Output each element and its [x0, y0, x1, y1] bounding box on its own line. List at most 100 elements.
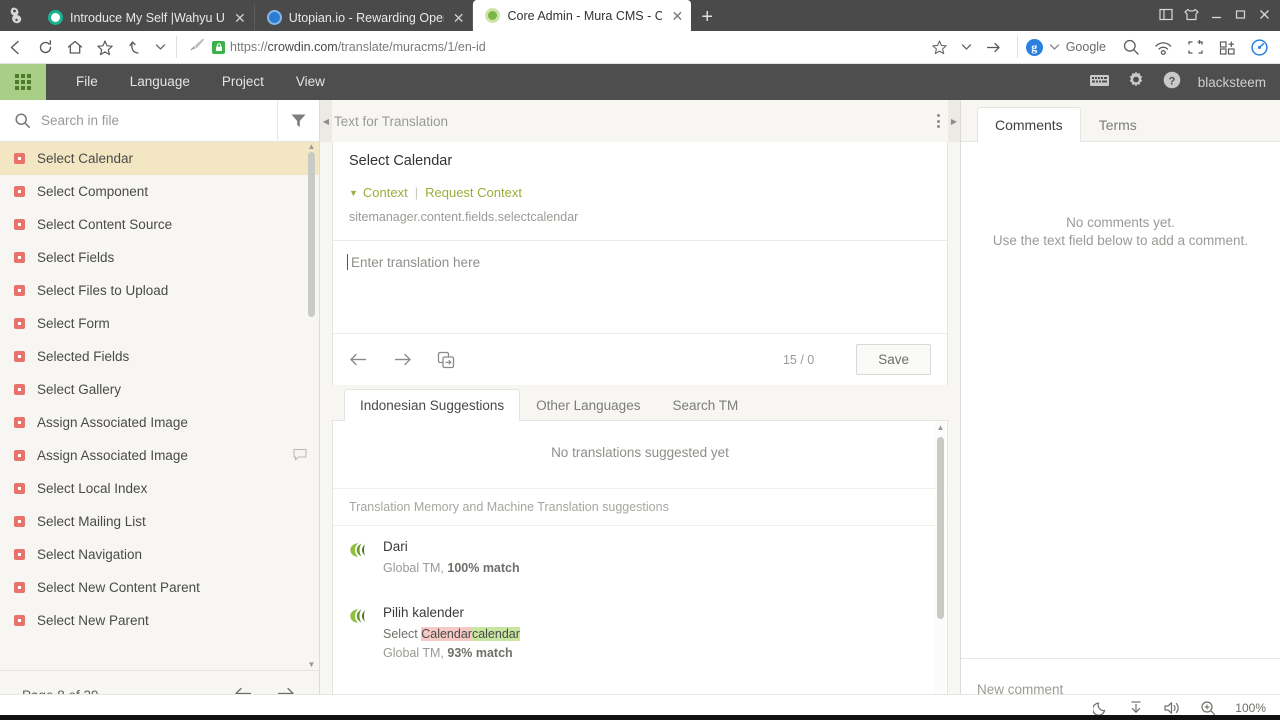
tab-close-icon[interactable]: ✕: [234, 11, 246, 25]
history-undo-icon[interactable]: [120, 32, 150, 62]
request-context-link[interactable]: Request Context: [425, 185, 522, 200]
tab-indonesian-suggestions[interactable]: Indonesian Suggestions: [344, 388, 521, 421]
menu-item-project[interactable]: Project: [206, 64, 280, 100]
collapse-right-panel-button[interactable]: ▶: [948, 100, 960, 142]
collapse-left-panel-button[interactable]: ◀: [320, 100, 332, 142]
night-mode-icon[interactable]: [1093, 700, 1109, 716]
suggestion-title: Pilih kalender: [383, 605, 465, 620]
keyboard-icon[interactable]: [1089, 72, 1110, 93]
list-item[interactable]: Assign Associated Image: [0, 406, 319, 439]
gear-icon[interactable]: [1126, 70, 1146, 95]
help-icon[interactable]: ?: [1162, 70, 1182, 95]
suggestion-item[interactable]: Pilih kalender Select Calendarcalendar G…: [333, 592, 947, 677]
arrow-left-icon[interactable]: [349, 352, 369, 367]
search-row: [0, 99, 319, 142]
tab-search-tm[interactable]: Search TM: [656, 389, 754, 422]
reload-button[interactable]: [30, 32, 60, 62]
list-item[interactable]: Select Component: [0, 175, 319, 208]
new-tab-button[interactable]: +: [691, 4, 723, 31]
list-item[interactable]: Select Files to Upload: [0, 274, 319, 307]
list-item[interactable]: Select Gallery: [0, 373, 319, 406]
context-toggle-link[interactable]: Context: [363, 185, 408, 200]
menu-item-language[interactable]: Language: [114, 64, 206, 100]
tab-close-icon[interactable]: ✕: [453, 11, 465, 25]
comments-panel: Comments Terms No comments yet. Use the …: [960, 100, 1280, 720]
scroll-up-icon[interactable]: ▲: [308, 142, 316, 152]
untranslated-status-icon: [14, 186, 25, 197]
suggestion-item[interactable]: Dari Global TM, 100% match: [333, 526, 947, 592]
list-item[interactable]: Select New Parent: [0, 604, 319, 637]
maximize-icon[interactable]: [1234, 8, 1247, 23]
screenshot-icon[interactable]: [1180, 32, 1210, 62]
forward-arrow-icon[interactable]: [979, 32, 1009, 62]
download-icon[interactable]: [1128, 700, 1144, 716]
browser-tab[interactable]: Utopian.io - Rewarding Open ✕: [255, 4, 474, 31]
history-dropdown-icon[interactable]: [150, 32, 170, 62]
zoom-icon[interactable]: [1200, 700, 1216, 716]
tab-close-icon[interactable]: ✕: [671, 9, 683, 23]
filter-icon[interactable]: [277, 99, 319, 142]
wifi-icon[interactable]: [1148, 32, 1178, 62]
search-icon[interactable]: [1116, 32, 1146, 62]
string-list-scrollbar[interactable]: ▲ ▼: [306, 142, 317, 670]
string-list[interactable]: Select Calendar Select Component Select …: [0, 142, 319, 670]
apps-grid-icon[interactable]: [0, 64, 46, 100]
address-bar[interactable]: https://crowdin.com/translate/muracms/1/…: [176, 36, 925, 58]
zoom-level[interactable]: 100%: [1235, 701, 1266, 715]
browser-tab-active[interactable]: Core Admin - Mura CMS - Cr ✕: [473, 0, 692, 31]
list-item-label: Select Local Index: [37, 481, 148, 496]
arrow-right-icon[interactable]: [393, 352, 413, 367]
list-item[interactable]: Select Calendar: [0, 142, 319, 175]
home-icon[interactable]: [60, 32, 90, 62]
list-item[interactable]: Selected Fields: [0, 340, 319, 373]
scroll-up-icon[interactable]: ▲: [937, 423, 945, 433]
browser-tab[interactable]: Introduce My Self |Wahyu Um ✕: [36, 4, 255, 31]
minimize-icon[interactable]: [1210, 8, 1223, 23]
translation-input-area[interactable]: Enter translation here: [333, 240, 947, 333]
untranslated-status-icon: [14, 549, 25, 560]
tab-comments[interactable]: Comments: [977, 107, 1081, 142]
theme-shirt-icon[interactable]: [1184, 8, 1199, 23]
crowdin-main-menu: File Language Project View: [60, 64, 341, 100]
suggestions-scrollbar[interactable]: ▲ ▼: [935, 421, 946, 719]
extensions-icon[interactable]: [1212, 32, 1242, 62]
close-icon[interactable]: [1258, 8, 1271, 23]
list-item[interactable]: Select Content Source: [0, 208, 319, 241]
tab-terms[interactable]: Terms: [1081, 107, 1155, 142]
more-options-icon[interactable]: [931, 110, 946, 132]
list-item[interactable]: Select Mailing List: [0, 505, 319, 538]
scrollbar-track[interactable]: [308, 152, 315, 660]
menu-item-file[interactable]: File: [60, 64, 114, 100]
menu-item-view[interactable]: View: [280, 64, 341, 100]
search-engine-selector[interactable]: g Google: [1016, 36, 1114, 58]
list-item[interactable]: Select Local Index: [0, 472, 319, 505]
scrollbar-thumb[interactable]: [308, 152, 315, 317]
speed-dial-icon[interactable]: [1244, 32, 1274, 62]
scroll-down-icon[interactable]: ▼: [308, 660, 316, 670]
no-suggestions-message: No translations suggested yet: [333, 421, 947, 489]
save-button[interactable]: Save: [856, 344, 931, 375]
list-item[interactable]: Assign Associated Image: [0, 439, 319, 472]
comment-icon[interactable]: [293, 448, 307, 464]
engine-dropdown-icon[interactable]: [1049, 38, 1060, 56]
list-item[interactable]: Select Fields: [0, 241, 319, 274]
no-comments-line2: Use the text field below to add a commen…: [992, 232, 1249, 248]
chevron-down-icon[interactable]: ▼: [349, 188, 358, 198]
volume-icon[interactable]: [1163, 700, 1181, 716]
copy-source-icon[interactable]: [437, 351, 455, 369]
page-action-icon[interactable]: [189, 37, 207, 57]
list-item[interactable]: Select Form: [0, 307, 319, 340]
username-label[interactable]: blacksteem: [1198, 75, 1266, 90]
page-bookmark-star-icon[interactable]: [925, 32, 955, 62]
diff-deleted: Calendar: [421, 627, 472, 641]
tab-other-languages[interactable]: Other Languages: [520, 389, 656, 422]
search-input[interactable]: [41, 113, 277, 128]
toolbar-dropdown-icon[interactable]: [957, 32, 977, 62]
engine-label: Google: [1065, 40, 1106, 54]
list-item[interactable]: Select Navigation: [0, 538, 319, 571]
list-item[interactable]: Select New Content Parent: [0, 571, 319, 604]
sidebar-toggle-icon[interactable]: [1159, 8, 1173, 23]
scrollbar-thumb[interactable]: [937, 437, 944, 619]
back-button[interactable]: [0, 32, 30, 62]
bookmark-star-icon[interactable]: [90, 32, 120, 62]
